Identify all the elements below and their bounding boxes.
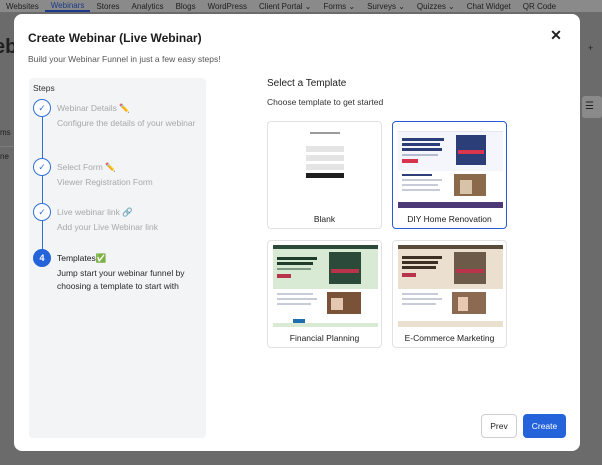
step-title: Select Form ✏️ — [57, 162, 116, 172]
nav-forms[interactable]: Forms ⌄ — [318, 2, 362, 11]
template-card-financial-planning[interactable]: Financial Planning — [267, 240, 382, 348]
nav-surveys[interactable]: Surveys ⌄ — [361, 2, 411, 11]
menu-icon: ☰ — [585, 101, 594, 112]
close-icon[interactable]: ✕ — [549, 28, 563, 42]
template-preview-financial — [273, 245, 378, 327]
template-label: Blank — [313, 214, 336, 224]
steps-panel: Steps ✓ Webinar Details ✏️ Configure the… — [29, 78, 206, 438]
create-button[interactable]: Create — [523, 414, 566, 438]
step-title: Live webinar link 🔗 — [57, 207, 133, 217]
nav-quizzes[interactable]: Quizzes ⌄ — [411, 2, 461, 11]
step-select-form[interactable]: ✓ Select Form ✏️ Viewer Registration For… — [33, 158, 203, 188]
template-card-blank[interactable]: Blank — [267, 121, 382, 229]
step-webinar-details[interactable]: ✓ Webinar Details ✏️ Configure the detai… — [33, 99, 203, 145]
step-description: Configure the details of your webinar — [57, 118, 196, 128]
nav-analytics[interactable]: Analytics — [126, 2, 170, 11]
template-card-diy-home-renovation[interactable]: DIY Home Renovation — [392, 121, 507, 229]
nav-chat-widget[interactable]: Chat Widget — [461, 2, 517, 11]
nav-wordpress[interactable]: WordPress — [202, 2, 253, 11]
modal-subtitle: Build your Webinar Funnel in just a few … — [28, 54, 221, 64]
prev-button[interactable]: Prev — [481, 414, 517, 438]
step-description: Add your Live Webinar link — [57, 222, 158, 232]
step-description: Viewer Registration Form — [57, 177, 153, 187]
template-label: Financial Planning — [289, 333, 360, 343]
background-action: + — [582, 43, 602, 57]
nav-qr-code[interactable]: QR Code — [517, 2, 562, 11]
steps-heading: Steps — [33, 83, 55, 93]
template-label: DIY Home Renovation — [407, 214, 492, 224]
check-icon: ✓ — [33, 203, 51, 221]
step-title: Templates✅ — [57, 253, 107, 263]
template-preview-diy — [398, 126, 503, 208]
check-icon: ✓ — [33, 158, 51, 176]
check-icon: ✓ — [33, 99, 51, 117]
select-template-subheading: Choose template to get started — [267, 97, 384, 107]
nav-webinars[interactable]: Webinars — [44, 1, 91, 12]
nav-blogs[interactable]: Blogs — [170, 2, 202, 11]
nav-client-portal[interactable]: Client Portal ⌄ — [253, 2, 318, 11]
step-live-webinar-link[interactable]: ✓ Live webinar link 🔗 Add your Live Webi… — [33, 203, 203, 233]
modal-title: Create Webinar (Live Webinar) — [28, 31, 202, 45]
background-fragment: ms — [0, 128, 11, 137]
template-label: E-Commerce Marketing — [404, 333, 495, 343]
template-preview-ecommerce — [398, 245, 503, 327]
template-preview-blank — [273, 126, 378, 208]
step-title: Webinar Details ✏️ — [57, 103, 130, 113]
background-fragment: ne — [0, 152, 9, 161]
plus-icon: + — [588, 43, 594, 53]
select-template-heading: Select a Template — [267, 78, 347, 89]
step-templates[interactable]: 4 Templates✅ Jump start your webinar fun… — [33, 249, 203, 309]
nav-websites[interactable]: Websites — [0, 2, 45, 11]
template-card-e-commerce-marketing[interactable]: E-Commerce Marketing — [392, 240, 507, 348]
step-description: Jump start your webinar funnel by choosi… — [57, 268, 185, 291]
create-webinar-modal: Create Webinar (Live Webinar) Build your… — [14, 14, 580, 451]
background-divider — [0, 146, 14, 147]
top-navigation: Websites Webinars Stores Analytics Blogs… — [0, 0, 602, 12]
step-number: 4 — [33, 249, 51, 267]
background-menu-button: ☰ — [582, 96, 602, 118]
nav-stores[interactable]: Stores — [90, 2, 125, 11]
